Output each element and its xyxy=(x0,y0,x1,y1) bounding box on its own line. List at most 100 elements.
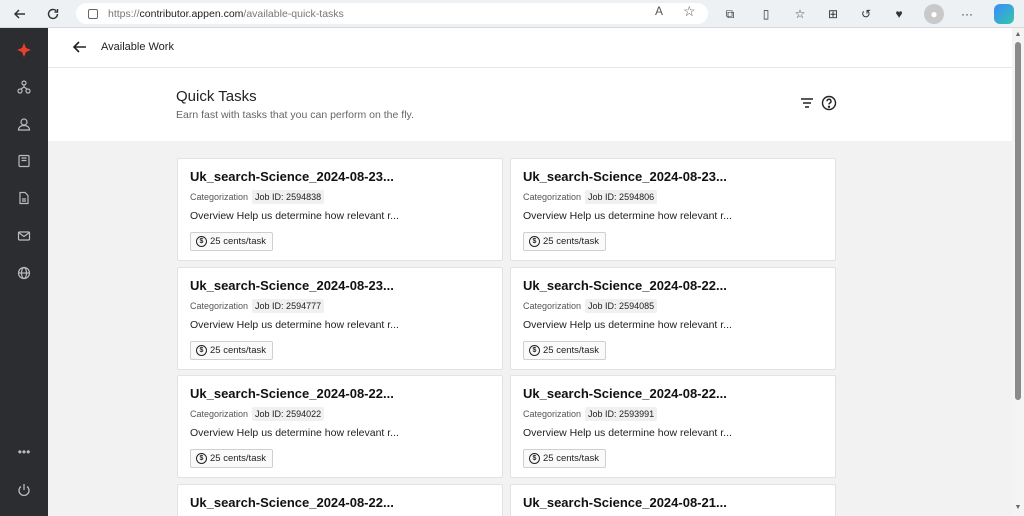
lock-icon xyxy=(88,8,98,19)
pay-badge: $25 cents/task xyxy=(523,232,606,251)
dollar-icon: $ xyxy=(196,345,207,356)
browser-back-icon[interactable] xyxy=(9,3,31,25)
split-screen-icon[interactable]: ▯ xyxy=(757,5,775,23)
task-title[interactable]: Uk_search-Science_2024-08-22... xyxy=(190,495,394,510)
task-description: Overview Help us determine how relevant … xyxy=(190,319,399,331)
task-category: Categorization xyxy=(523,301,582,311)
page-subtitle: Earn fast with tasks that you can perfor… xyxy=(176,109,414,121)
pay-badge: $25 cents/task xyxy=(190,341,273,360)
back-link-label[interactable]: Available Work xyxy=(101,41,174,53)
task-title[interactable]: Uk_search-Science_2024-08-22... xyxy=(523,386,727,401)
url-host: contributor.appen.com xyxy=(139,7,244,20)
favorite-star-icon[interactable]: ☆ xyxy=(683,3,696,20)
page-header: Quick Tasks Earn fast with tasks that yo… xyxy=(48,68,1012,141)
history-icon[interactable]: ↺ xyxy=(857,5,875,23)
task-meta: Categorization Job ID: 2594806 xyxy=(523,190,658,204)
more-menu-icon[interactable]: ··· xyxy=(958,5,976,23)
task-card[interactable]: Uk_search-Science_2024-08-22... xyxy=(177,484,503,516)
task-card[interactable]: Uk_search-Science_2024-08-23... Categori… xyxy=(510,158,836,261)
more-icon[interactable]: ••• xyxy=(14,442,34,462)
task-category: Categorization xyxy=(190,301,249,311)
dollar-icon: $ xyxy=(196,236,207,247)
globe-icon[interactable] xyxy=(14,263,34,283)
task-title[interactable]: Uk_search-Science_2024-08-23... xyxy=(190,169,394,184)
mail-icon[interactable] xyxy=(14,226,34,246)
job-id: Job ID: 2594085 xyxy=(585,299,658,313)
page-title: Quick Tasks xyxy=(176,88,257,105)
hierarchy-icon[interactable] xyxy=(14,77,34,97)
performance-icon[interactable]: ♥ xyxy=(890,5,908,23)
task-title[interactable]: Uk_search-Science_2024-08-22... xyxy=(190,386,394,401)
task-title[interactable]: Uk_search-Science_2024-08-23... xyxy=(523,169,727,184)
help-icon[interactable] xyxy=(821,95,837,111)
task-meta: Categorization Job ID: 2594022 xyxy=(190,407,325,421)
task-meta: Categorization Job ID: 2594777 xyxy=(190,299,325,313)
filter-icon[interactable] xyxy=(800,96,814,110)
job-id: Job ID: 2594806 xyxy=(585,190,658,204)
dollar-icon: $ xyxy=(529,236,540,247)
profile-icon[interactable] xyxy=(14,114,34,134)
scrollbar[interactable]: ▲ ▼ xyxy=(1012,28,1024,516)
main-content: Available Work Quick Tasks Earn fast wit… xyxy=(48,28,1012,516)
task-card[interactable]: Uk_search-Science_2024-08-22... Categori… xyxy=(510,375,836,478)
task-category: Categorization xyxy=(523,192,582,202)
collections-icon[interactable]: ⊞ xyxy=(824,5,842,23)
pay-rate: 25 cents/task xyxy=(210,345,266,356)
scroll-down-icon[interactable]: ▼ xyxy=(1014,504,1022,512)
sidebar: ••• xyxy=(0,28,48,516)
scroll-up-icon[interactable]: ▲ xyxy=(1014,31,1022,39)
favorites-icon[interactable]: ☆ xyxy=(791,5,809,23)
avatar[interactable]: ● xyxy=(924,4,944,24)
pay-rate: 25 cents/task xyxy=(543,236,599,247)
pay-badge: $25 cents/task xyxy=(523,341,606,360)
job-id: Job ID: 2594838 xyxy=(252,190,325,204)
browser-refresh-icon[interactable] xyxy=(42,3,64,25)
task-description: Overview Help us determine how relevant … xyxy=(523,427,732,439)
pay-rate: 25 cents/task xyxy=(210,236,266,247)
pay-rate: 25 cents/task xyxy=(543,453,599,464)
task-meta: Categorization Job ID: 2593991 xyxy=(523,407,658,421)
scroll-thumb[interactable] xyxy=(1015,42,1021,400)
url-path: /available-quick-tasks xyxy=(243,7,344,20)
task-description: Overview Help us determine how relevant … xyxy=(190,427,399,439)
top-bar: Available Work xyxy=(48,28,1012,68)
task-description: Overview Help us determine how relevant … xyxy=(523,210,732,222)
task-title[interactable]: Uk_search-Science_2024-08-23... xyxy=(190,278,394,293)
task-meta: Categorization Job ID: 2594085 xyxy=(523,299,658,313)
task-title[interactable]: Uk_search-Science_2024-08-22... xyxy=(523,278,727,293)
job-id: Job ID: 2593991 xyxy=(585,407,658,421)
address-bar[interactable]: https://contributor.appen.com/available-… xyxy=(76,3,708,24)
pay-rate: 25 cents/task xyxy=(210,453,266,464)
task-title[interactable]: Uk_search-Science_2024-08-21... xyxy=(523,495,727,510)
task-category: Categorization xyxy=(190,409,249,419)
task-description: Overview Help us determine how relevant … xyxy=(190,210,399,222)
dollar-icon: $ xyxy=(196,453,207,464)
pay-badge: $25 cents/task xyxy=(190,449,273,468)
dollar-icon: $ xyxy=(529,345,540,356)
read-aloud-icon[interactable]: A xyxy=(655,4,663,18)
task-category: Categorization xyxy=(190,192,249,202)
pay-badge: $25 cents/task xyxy=(523,449,606,468)
job-id: Job ID: 2594022 xyxy=(252,407,325,421)
document-icon[interactable] xyxy=(14,188,34,208)
back-arrow-icon[interactable] xyxy=(72,39,88,55)
task-card[interactable]: Uk_search-Science_2024-08-22... Categori… xyxy=(510,267,836,370)
extensions-icon[interactable]: ⧉ xyxy=(721,5,739,23)
task-card[interactable]: Uk_search-Science_2024-08-23... Categori… xyxy=(177,158,503,261)
task-category: Categorization xyxy=(523,409,582,419)
task-card[interactable]: Uk_search-Science_2024-08-22... Categori… xyxy=(177,375,503,478)
power-icon[interactable] xyxy=(14,480,34,500)
url-prefix: https:// xyxy=(108,7,140,20)
dollar-icon: $ xyxy=(529,453,540,464)
task-card[interactable]: Uk_search-Science_2024-08-23... Categori… xyxy=(177,267,503,370)
appen-logo-icon[interactable] xyxy=(14,40,34,60)
task-card[interactable]: Uk_search-Science_2024-08-21... xyxy=(510,484,836,516)
pay-badge: $25 cents/task xyxy=(190,232,273,251)
job-id: Job ID: 2594777 xyxy=(252,299,325,313)
task-meta: Categorization Job ID: 2594838 xyxy=(190,190,325,204)
browser-toolbar: https://contributor.appen.com/available-… xyxy=(0,0,1024,28)
copilot-icon[interactable] xyxy=(994,4,1014,24)
book-icon[interactable] xyxy=(14,151,34,171)
task-description: Overview Help us determine how relevant … xyxy=(523,319,732,331)
pay-rate: 25 cents/task xyxy=(543,345,599,356)
